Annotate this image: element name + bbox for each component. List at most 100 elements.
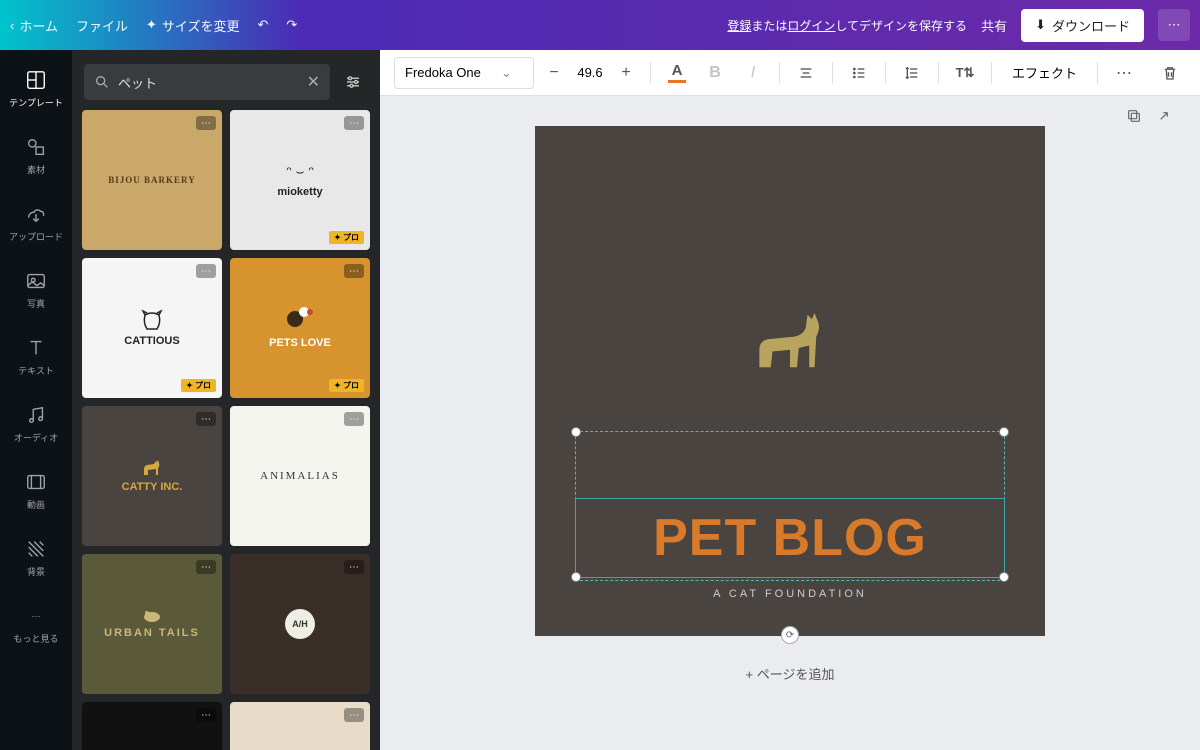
- rail-audio[interactable]: オーディオ: [0, 399, 72, 448]
- font-size-control: − 49.6 +: [540, 57, 640, 89]
- template-card[interactable]: ⋯URBAN TAILS: [82, 554, 222, 694]
- font-size-value[interactable]: 49.6: [568, 57, 612, 89]
- rotate-handle[interactable]: ⟳: [781, 626, 799, 644]
- redo-icon: ↷: [286, 17, 297, 33]
- more-menu-button[interactable]: ⋯: [1158, 9, 1190, 41]
- text-color-button[interactable]: A: [661, 57, 693, 89]
- ellipsis-icon: ⋯: [1168, 17, 1181, 33]
- decrease-size-button[interactable]: −: [540, 57, 568, 89]
- resize-handle-ne[interactable]: [999, 427, 1009, 437]
- file-menu[interactable]: ファイル: [76, 16, 128, 35]
- resize-handle-se[interactable]: [999, 572, 1009, 582]
- rail-background[interactable]: 背景: [0, 533, 72, 582]
- download-icon: ⬇: [1035, 17, 1046, 33]
- template-card[interactable]: ⋯ANIMALIAS: [230, 406, 370, 546]
- left-rail: テンプレート 素材 アップロード 写真 テキスト オーディオ 動画 背景: [0, 50, 72, 750]
- template-more-icon[interactable]: ⋯: [196, 708, 216, 722]
- list-button[interactable]: [843, 57, 875, 89]
- chevron-left-icon: ‹: [10, 18, 14, 33]
- undo-icon: ↶: [258, 17, 269, 33]
- rail-templates[interactable]: テンプレート: [0, 64, 72, 113]
- header-left: ‹ ホーム ファイル ✦ サイズを変更 ↶ ↷: [10, 16, 297, 35]
- resize-handle-sw[interactable]: [571, 572, 581, 582]
- elements-icon: [24, 135, 48, 159]
- template-more-icon[interactable]: ⋯: [196, 560, 216, 574]
- templates-panel: ✕ ⋯BIJOU BARKERY⋯ᵔ ⌣ ᵔmioketty✦ プロ⋯CATTI…: [72, 50, 380, 750]
- login-link[interactable]: ログイン: [787, 19, 835, 33]
- increase-size-button[interactable]: +: [612, 57, 640, 89]
- artboard[interactable]: PET BLOG A CAT FOUNDATION ⟳: [535, 126, 1045, 636]
- template-more-icon[interactable]: ⋯: [344, 560, 364, 574]
- canvas-stage[interactable]: PET BLOG A CAT FOUNDATION ⟳ + ページを追加: [380, 96, 1200, 750]
- text-icon: [24, 336, 48, 360]
- search-icon: [94, 74, 110, 90]
- italic-button[interactable]: I: [737, 57, 769, 89]
- rail-text[interactable]: テキスト: [0, 332, 72, 381]
- toolbar-more-button[interactable]: ⋯: [1108, 57, 1140, 89]
- text-element-selected[interactable]: PET BLOG: [575, 498, 1005, 578]
- rail-elements[interactable]: 素材: [0, 131, 72, 180]
- effects-button[interactable]: エフェクト: [1002, 63, 1087, 82]
- register-link[interactable]: 登録: [727, 19, 751, 33]
- delete-button[interactable]: [1154, 57, 1186, 89]
- top-header: ‹ ホーム ファイル ✦ サイズを変更 ↶ ↷ 登録またはログインしてデザインを…: [0, 0, 1200, 50]
- filter-button[interactable]: [338, 67, 368, 97]
- stage-controls: [1126, 108, 1172, 124]
- template-more-icon[interactable]: ⋯: [196, 412, 216, 426]
- template-card[interactable]: ⋯SSAFE SEASFOUNDATION: [82, 702, 222, 750]
- home-label: ホーム: [19, 16, 58, 35]
- download-button[interactable]: ⬇ ダウンロード: [1021, 9, 1144, 42]
- template-more-icon[interactable]: ⋯: [196, 116, 216, 130]
- audio-icon: [24, 403, 48, 427]
- spacing-button[interactable]: [896, 57, 928, 89]
- rail-photos[interactable]: 写真: [0, 265, 72, 314]
- save-prompt: 登録またはログインしてデザインを保存する: [727, 17, 967, 34]
- back-home-button[interactable]: ‹ ホーム: [10, 16, 58, 35]
- template-more-icon[interactable]: ⋯: [344, 412, 364, 426]
- rail-uploads[interactable]: アップロード: [0, 198, 72, 247]
- photos-icon: [24, 269, 48, 293]
- rail-videos[interactable]: 動画: [0, 466, 72, 515]
- pro-badge: ✦ プロ: [329, 379, 364, 392]
- clear-search-icon[interactable]: ✕: [307, 72, 320, 92]
- template-card[interactable]: ⋯CATTIOUS✦ プロ: [82, 258, 222, 398]
- template-card[interactable]: ⋯CATTY INC.: [82, 406, 222, 546]
- template-card[interactable]: ⋯ᵔ ⌣ ᵔmioketty✦ プロ: [230, 110, 370, 250]
- add-page-button[interactable]: + ページを追加: [726, 656, 855, 691]
- share-button[interactable]: 共有: [981, 16, 1007, 35]
- expand-page-icon[interactable]: [1156, 108, 1172, 124]
- template-more-icon[interactable]: ⋯: [196, 264, 216, 278]
- resize-button[interactable]: ✦ サイズを変更: [146, 16, 240, 35]
- pro-badge: ✦ プロ: [181, 379, 216, 392]
- canvas-area: Fredoka One ⌄ − 49.6 + A B I T⇅: [380, 50, 1200, 750]
- subline-text[interactable]: A CAT FOUNDATION: [713, 588, 867, 600]
- align-button[interactable]: [790, 57, 822, 89]
- duplicate-page-icon[interactable]: [1126, 108, 1142, 124]
- template-more-icon[interactable]: ⋯: [344, 116, 364, 130]
- template-more-icon[interactable]: ⋯: [344, 264, 364, 278]
- templates-grid: ⋯BIJOU BARKERY⋯ᵔ ⌣ ᵔmioketty✦ プロ⋯CATTIOU…: [72, 110, 380, 750]
- template-more-icon[interactable]: ⋯: [344, 708, 364, 722]
- template-card[interactable]: ⋯BIJOU BARKERY: [82, 110, 222, 250]
- uploads-icon: [24, 202, 48, 226]
- undo-button[interactable]: ↶: [258, 17, 269, 33]
- rail-more[interactable]: ⋯ もっと見る: [0, 600, 72, 649]
- crown-icon: ✦: [146, 17, 157, 33]
- template-card[interactable]: ⋯A/H: [230, 554, 370, 694]
- templates-icon: [24, 68, 48, 92]
- font-selector[interactable]: Fredoka One ⌄: [394, 57, 534, 89]
- headline-text[interactable]: PET BLOG: [653, 508, 927, 568]
- bold-button[interactable]: B: [699, 57, 731, 89]
- search-box[interactable]: ✕: [84, 64, 330, 100]
- cat-graphic[interactable]: [745, 306, 835, 376]
- template-card[interactable]: ⋯Fur Real: [230, 702, 370, 750]
- more-icon: ⋯: [24, 604, 48, 628]
- resize-handle-nw[interactable]: [571, 427, 581, 437]
- search-input[interactable]: [118, 75, 299, 90]
- template-card[interactable]: ⋯PETS LOVE✦ プロ: [230, 258, 370, 398]
- videos-icon: [24, 470, 48, 494]
- redo-button[interactable]: ↷: [286, 17, 297, 33]
- text-transform-button[interactable]: T⇅: [949, 57, 981, 89]
- chevron-down-icon: ⌄: [501, 65, 512, 81]
- background-icon: [24, 537, 48, 561]
